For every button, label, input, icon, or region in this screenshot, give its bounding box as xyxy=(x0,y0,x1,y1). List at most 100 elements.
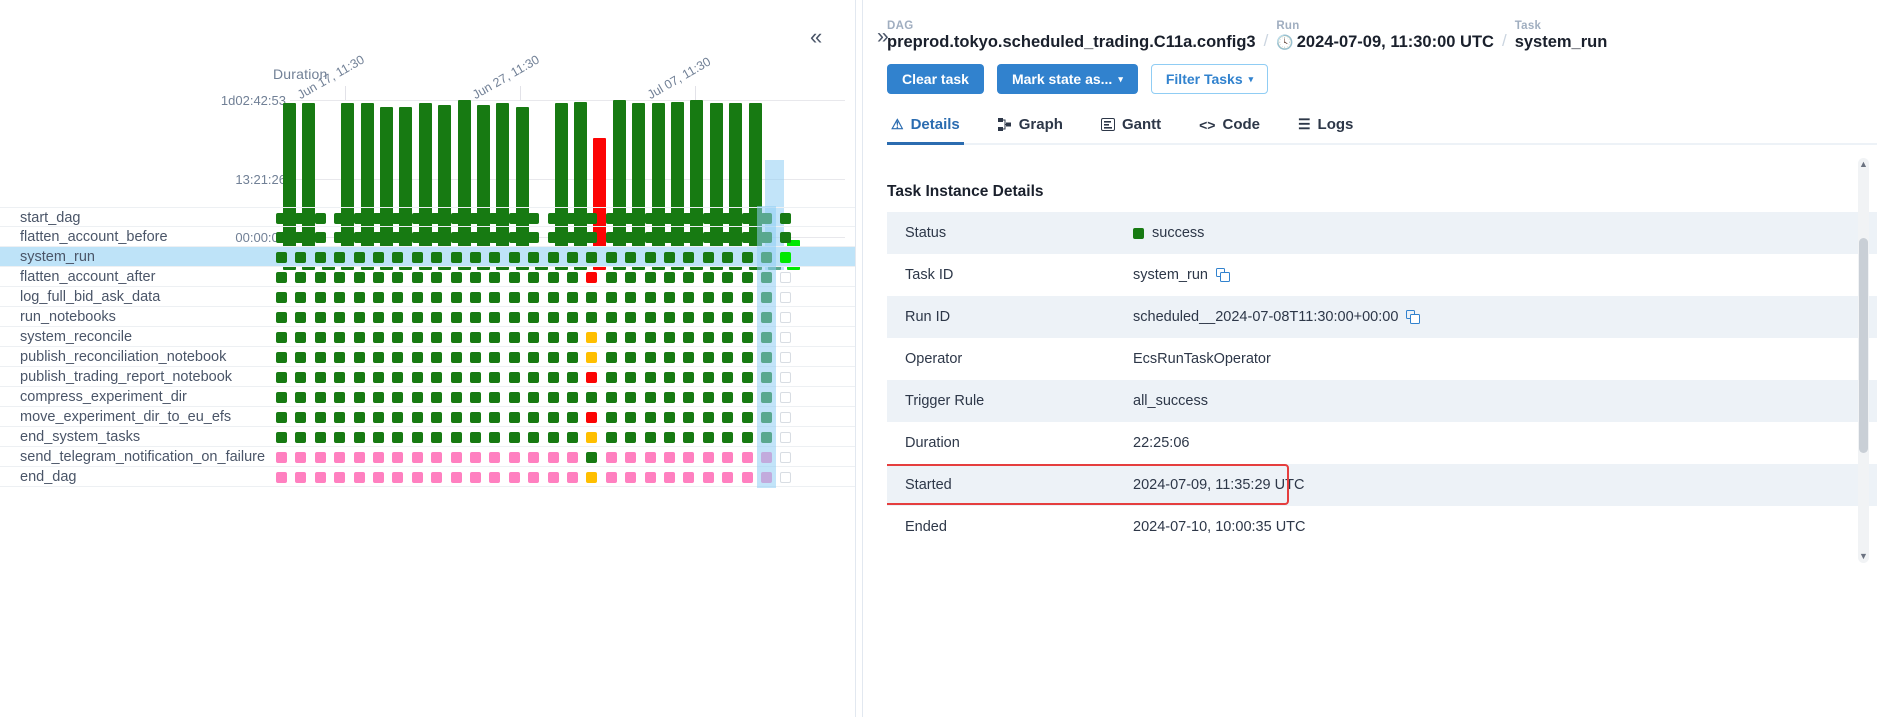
task-instance-cell[interactable] xyxy=(547,412,559,423)
task-row[interactable]: publish_trading_report_notebook xyxy=(0,367,855,387)
task-instance-cell[interactable] xyxy=(644,372,656,383)
task-instance-cell[interactable] xyxy=(411,452,423,463)
collapse-sidebar-icon[interactable]: « xyxy=(810,26,822,48)
task-instance-cell[interactable] xyxy=(314,272,326,283)
task-instance-cell[interactable] xyxy=(683,352,695,363)
task-instance-cell[interactable] xyxy=(450,352,462,363)
task-instance-cell[interactable] xyxy=(741,412,753,423)
task-instance-cell[interactable] xyxy=(489,392,501,403)
task-instance-cell[interactable] xyxy=(334,252,346,263)
copy-icon[interactable] xyxy=(1406,310,1421,324)
task-instance-cell[interactable] xyxy=(586,252,598,263)
task-instance-cell[interactable] xyxy=(411,292,423,303)
task-instance-cell[interactable] xyxy=(295,312,307,323)
task-instance-cell[interactable] xyxy=(664,352,675,363)
task-instance-cell[interactable] xyxy=(334,352,346,363)
task-instance-cell[interactable] xyxy=(411,312,423,323)
task-instance-cell[interactable] xyxy=(470,412,481,423)
task-instance-cell[interactable] xyxy=(295,252,307,263)
task-instance-cell[interactable] xyxy=(276,432,287,443)
task-instance-cell[interactable] xyxy=(431,472,443,483)
task-instance-cell[interactable] xyxy=(411,272,423,283)
task-instance-cell[interactable] xyxy=(567,232,578,243)
task-instance-cell[interactable] xyxy=(722,292,734,303)
task-instance-cell[interactable] xyxy=(664,372,675,383)
task-instance-cell[interactable] xyxy=(276,372,287,383)
task-instance-cell[interactable] xyxy=(353,472,365,483)
task-instance-cell[interactable] xyxy=(625,312,637,323)
task-instance-cell[interactable] xyxy=(411,352,423,363)
task-instance-cell[interactable] xyxy=(353,312,365,323)
task-instance-cell[interactable] xyxy=(276,472,287,483)
task-instance-cell[interactable] xyxy=(780,272,792,283)
task-instance-cell[interactable] xyxy=(702,332,714,343)
task-instance-cell[interactable] xyxy=(295,412,307,423)
task-instance-cell[interactable] xyxy=(528,252,540,263)
scroll-up-icon[interactable]: ▲ xyxy=(1858,160,1869,169)
task-instance-cell[interactable] xyxy=(644,332,656,343)
task-instance-cell[interactable] xyxy=(276,252,287,263)
task-instance-cell[interactable] xyxy=(605,252,617,263)
task-instance-cell[interactable] xyxy=(761,292,772,303)
task-instance-cell[interactable] xyxy=(508,232,520,243)
task-instance-cell[interactable] xyxy=(508,472,520,483)
filter-tasks-button[interactable]: Filter Tasks ▾ xyxy=(1150,64,1269,94)
task-instance-cell[interactable] xyxy=(392,472,404,483)
task-instance-cell[interactable] xyxy=(528,432,540,443)
task-instance-cell[interactable] xyxy=(470,392,481,403)
task-instance-cell[interactable] xyxy=(761,232,772,243)
task-instance-cell[interactable] xyxy=(586,452,598,463)
task-instance-cell[interactable] xyxy=(547,432,559,443)
task-instance-cell[interactable] xyxy=(567,432,578,443)
task-instance-cell[interactable] xyxy=(567,352,578,363)
task-instance-cell[interactable] xyxy=(625,252,637,263)
task-instance-cell[interactable] xyxy=(625,452,637,463)
task-instance-cell[interactable] xyxy=(450,312,462,323)
task-instance-cell[interactable] xyxy=(392,252,404,263)
task-instance-cell[interactable] xyxy=(373,432,384,443)
task-instance-cell[interactable] xyxy=(295,372,307,383)
task-instance-cell[interactable] xyxy=(392,272,404,283)
task-instance-cell[interactable] xyxy=(314,252,326,263)
task-instance-cell[interactable] xyxy=(761,412,772,423)
task-instance-cell[interactable] xyxy=(644,232,656,243)
task-instance-cell[interactable] xyxy=(489,252,501,263)
task-instance-cell[interactable] xyxy=(431,352,443,363)
task-instance-cell[interactable] xyxy=(780,352,792,363)
task-instance-cell[interactable] xyxy=(373,232,384,243)
task-instance-cell[interactable] xyxy=(664,412,675,423)
task-instance-cell[interactable] xyxy=(470,213,481,224)
task-instance-cell[interactable] xyxy=(353,252,365,263)
task-instance-cell[interactable] xyxy=(450,412,462,423)
task-instance-cell[interactable] xyxy=(547,252,559,263)
task-instance-cell[interactable] xyxy=(470,332,481,343)
task-instance-cell[interactable] xyxy=(314,232,326,243)
task-instance-cell[interactable] xyxy=(605,352,617,363)
task-instance-cell[interactable] xyxy=(489,272,501,283)
task-instance-cell[interactable] xyxy=(392,432,404,443)
scrollbar-thumb[interactable] xyxy=(1859,238,1868,453)
task-instance-cell[interactable] xyxy=(761,432,772,443)
task-instance-cell[interactable] xyxy=(314,292,326,303)
task-instance-cell[interactable] xyxy=(644,292,656,303)
task-instance-cell[interactable] xyxy=(334,213,346,224)
task-instance-cell[interactable] xyxy=(761,472,772,483)
task-instance-cell[interactable] xyxy=(392,213,404,224)
task-instance-cell[interactable] xyxy=(664,272,675,283)
mark-state-button[interactable]: Mark state as... ▾ xyxy=(996,64,1138,94)
task-instance-cell[interactable] xyxy=(470,272,481,283)
task-instance-cell[interactable] xyxy=(276,332,287,343)
task-row[interactable]: flatten_account_before xyxy=(0,227,855,247)
tab-code[interactable]: <> Code xyxy=(1195,110,1264,145)
task-instance-cell[interactable] xyxy=(605,392,617,403)
task-instance-cell[interactable] xyxy=(605,412,617,423)
breadcrumb-dag[interactable]: DAG preprod.tokyo.scheduled_trading.C11a… xyxy=(887,20,1256,52)
task-instance-cell[interactable] xyxy=(683,312,695,323)
task-instance-cell[interactable] xyxy=(586,372,598,383)
task-instance-cell[interactable] xyxy=(780,292,792,303)
task-instance-cell[interactable] xyxy=(547,312,559,323)
task-instance-cell[interactable] xyxy=(373,272,384,283)
task-instance-cell[interactable] xyxy=(664,252,675,263)
task-instance-cell[interactable] xyxy=(722,352,734,363)
task-instance-cell[interactable] xyxy=(334,272,346,283)
